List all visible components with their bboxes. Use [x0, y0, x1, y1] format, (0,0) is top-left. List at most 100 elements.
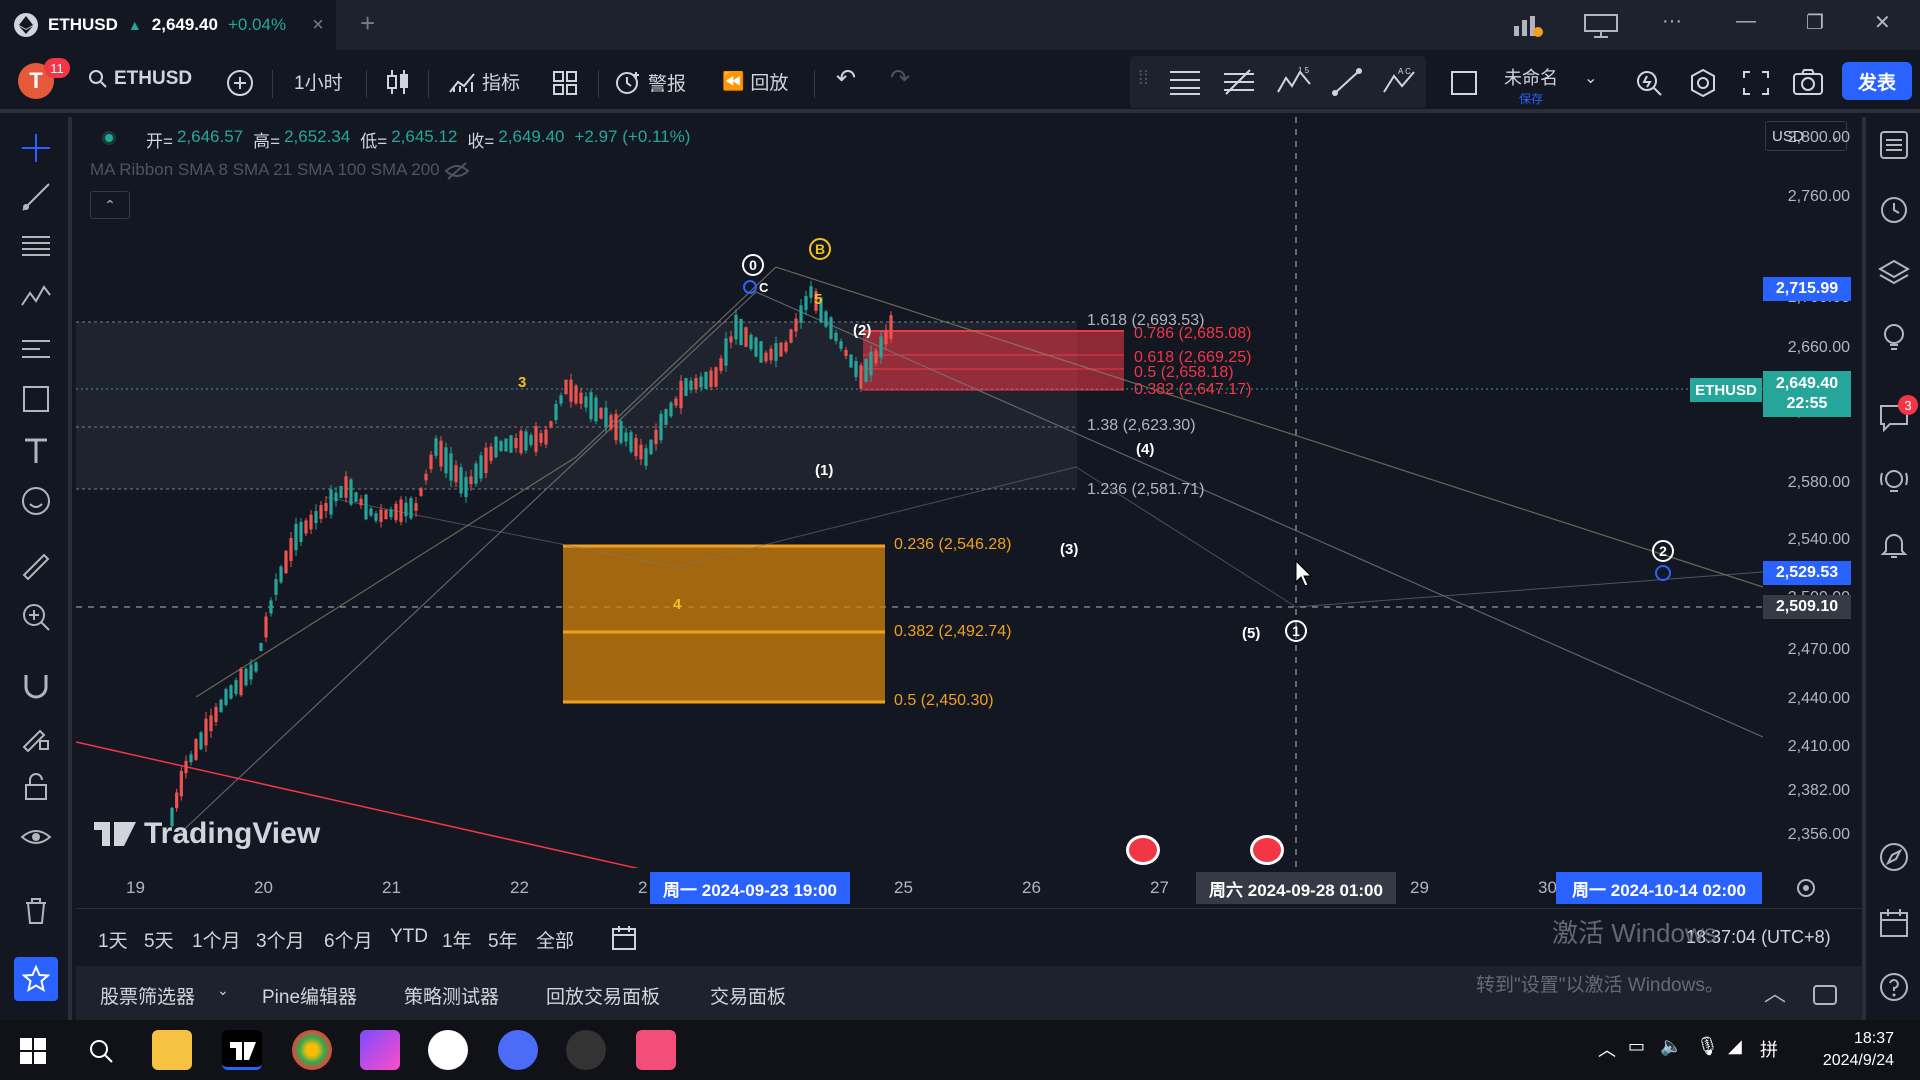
us-event-flag-icon[interactable] [1126, 835, 1160, 865]
range-button[interactable]: 6个月 [324, 926, 373, 953]
bottom-panel-tab[interactable]: Pine编辑器 [262, 982, 357, 1009]
watchlist-icon[interactable] [1878, 129, 1910, 161]
layouts-icon[interactable] [552, 70, 578, 96]
indicator-legend[interactable]: MA Ribbon SMA 8 SMA 21 SMA 100 SMA 200 [90, 160, 440, 180]
drag-handle-icon[interactable]: ⁞⁞ [1138, 68, 1149, 90]
search-icon[interactable] [88, 1038, 114, 1064]
abc-pattern-icon[interactable]: A C [1382, 66, 1418, 96]
signal-bulb-icon[interactable] [1878, 465, 1910, 497]
settings-gear-icon[interactable] [1688, 68, 1718, 98]
range-button[interactable]: 全部 [536, 926, 574, 953]
wave-3-label[interactable]: 3 [518, 374, 526, 391]
chrome-icon[interactable] [292, 1030, 332, 1070]
axis-settings-icon[interactable] [1794, 876, 1818, 900]
wave-b-label[interactable]: B [809, 238, 831, 260]
range-button[interactable]: 1个月 [192, 926, 241, 953]
wave-p2-label[interactable]: (2) [853, 322, 871, 339]
app-icon[interactable] [360, 1030, 400, 1070]
wave-1-circle-label[interactable]: 1 [1285, 620, 1307, 642]
media-app-icon[interactable] [636, 1030, 676, 1070]
help-icon[interactable] [1878, 971, 1910, 1003]
indicators-button[interactable]: 指标 [448, 68, 520, 95]
compare-symbol-icon[interactable] [226, 69, 254, 97]
wave-4-label[interactable]: 4 [673, 596, 681, 613]
wave-5-label[interactable]: 5 [814, 291, 822, 308]
chevron-down-icon[interactable]: ⌄ [217, 982, 229, 999]
alert-button[interactable]: 警报 [614, 68, 686, 96]
battery-icon[interactable]: ▭ [1628, 1036, 1645, 1057]
wave-p4-label[interactable]: (4) [1136, 441, 1154, 458]
price-axis[interactable]: USD⌄ 2,800.002,760.002,700.002,660.002,6… [1763, 117, 1862, 868]
replay-button[interactable]: ⏪ 回放 [722, 68, 788, 95]
chevron-down-icon[interactable]: ⌄ [1584, 68, 1597, 88]
wave-0-label[interactable]: 0 [742, 254, 764, 276]
wave-2-circle-label[interactable]: 2 [1652, 540, 1674, 562]
text-tool-icon[interactable] [20, 435, 52, 467]
ime-icon[interactable]: 拼 [1760, 1036, 1778, 1062]
fullscreen-icon[interactable] [1742, 70, 1770, 96]
chart-tab[interactable]: ETHUSD ▲ 2,649.40 +0.04% × [0, 0, 336, 50]
volume-icon[interactable]: 🔈 [1660, 1036, 1682, 1057]
forecast-tool-icon[interactable] [20, 333, 52, 365]
interval-button[interactable]: 1小时 [294, 68, 343, 95]
compass-icon[interactable] [1878, 841, 1910, 873]
wave-c-marker[interactable] [743, 280, 757, 294]
chart-pane[interactable]: 开= 2,646.57 高= 2,652.34 低= 2,645.12 收= 2,649… [76, 117, 1763, 868]
favorites-star-icon[interactable] [14, 957, 58, 1001]
screen-icon[interactable] [1584, 14, 1618, 38]
obs-icon[interactable] [566, 1030, 606, 1070]
trend-line-icon[interactable] [1332, 68, 1362, 96]
range-button[interactable]: 5天 [144, 926, 174, 953]
hidden-eye-icon[interactable] [444, 161, 470, 181]
ideas-bulb-icon[interactable] [1878, 321, 1910, 353]
chart-alert-icon[interactable] [1512, 12, 1544, 38]
rectangle-icon[interactable] [1450, 70, 1478, 96]
symbol-search-button[interactable]: ETHUSD [88, 68, 192, 90]
date-range-icon[interactable] [610, 924, 638, 952]
eye-icon[interactable] [20, 821, 52, 853]
redo-icon[interactable]: ↷ [890, 64, 910, 93]
pattern-tool-icon[interactable] [20, 279, 52, 311]
network-icon[interactable]: ◢ [1728, 1036, 1742, 1057]
lock-icon[interactable] [20, 771, 52, 803]
emoji-icon[interactable] [20, 485, 52, 517]
range-button[interactable]: YTD [390, 926, 428, 948]
calendar-icon[interactable] [1878, 907, 1910, 939]
wave-p3-label[interactable]: (3) [1060, 541, 1078, 558]
notification-bell-icon[interactable] [1878, 529, 1910, 561]
browser-icon[interactable] [498, 1030, 538, 1070]
layers-icon[interactable] [1878, 257, 1910, 289]
ruler-icon[interactable] [20, 551, 52, 583]
us-event-flag-icon[interactable] [1250, 835, 1284, 865]
bottom-panel-tab[interactable]: 交易面板 [710, 982, 786, 1009]
undo-icon[interactable]: ↶ [836, 64, 856, 93]
quick-search-icon[interactable] [1634, 68, 1664, 98]
tab-close-icon[interactable]: × [312, 14, 324, 37]
collapse-legend-button[interactable]: ⌃ [90, 191, 130, 219]
trash-icon[interactable] [20, 895, 52, 927]
range-button[interactable]: 1天 [98, 926, 128, 953]
range-button[interactable]: 1年 [442, 926, 472, 953]
more-icon[interactable]: ··· [1662, 10, 1682, 33]
system-clock[interactable]: 18:37 2024/9/24 [1810, 1028, 1894, 1072]
qq-icon[interactable] [428, 1030, 468, 1070]
range-button[interactable]: 5年 [488, 926, 518, 953]
magnet-icon[interactable] [20, 671, 52, 703]
horizontal-lines-icon[interactable] [20, 231, 52, 263]
chevron-up-icon[interactable]: ︿ [1764, 976, 1786, 1008]
maximize-icon[interactable]: ❐ [1806, 10, 1824, 35]
wave-2-marker[interactable] [1655, 565, 1671, 581]
layout-name-button[interactable]: 未命名 保存 [1504, 64, 1558, 107]
elliott-wave-icon[interactable]: 1 5 [1276, 66, 1312, 96]
time-axis[interactable]: 19 20 21 22 2 25 26 27 29 30 周一 2024-09-23 19:00 … [76, 868, 1763, 908]
tradingview-app-icon[interactable] [222, 1030, 262, 1070]
file-explorer-icon[interactable] [152, 1030, 192, 1070]
fib-retracement-icon[interactable] [1168, 68, 1202, 96]
chevron-up-icon[interactable]: ︿ [1598, 1036, 1616, 1062]
fib-extension-icon[interactable] [1222, 68, 1256, 96]
bottom-panel-tab[interactable]: 股票筛选器 [100, 982, 195, 1009]
new-tab-button[interactable]: + [360, 8, 375, 39]
shape-tool-icon[interactable] [20, 383, 52, 415]
zoom-in-icon[interactable] [20, 601, 52, 633]
publish-button[interactable]: 发表 [1842, 62, 1912, 100]
